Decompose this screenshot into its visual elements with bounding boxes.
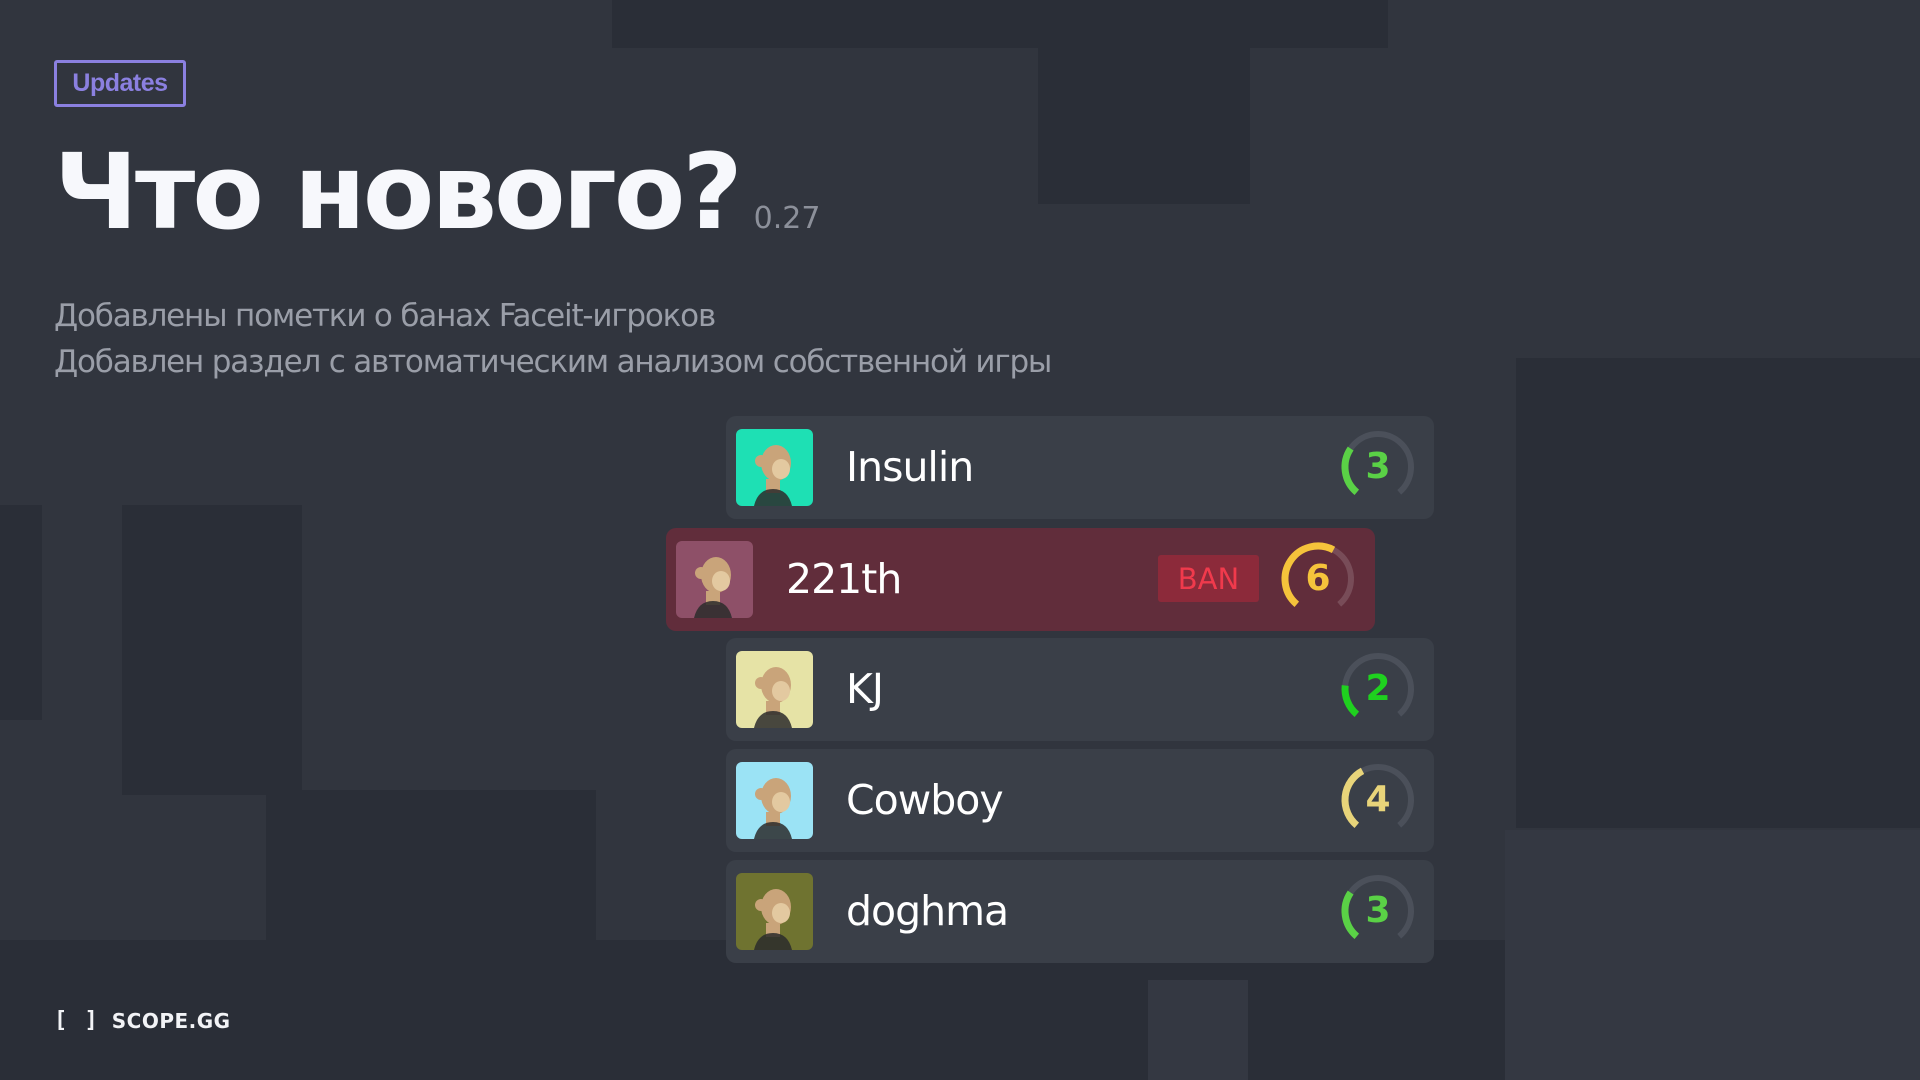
background-shape	[1148, 980, 1248, 1080]
level-value: 6	[1305, 558, 1331, 599]
changelog-list: Добавлены пометки о банах Faceit-игроков…	[54, 293, 1052, 385]
level-gauge: 4	[1338, 760, 1418, 840]
level-gauge: 6	[1278, 539, 1358, 619]
level-value: 3	[1365, 890, 1391, 931]
player-card[interactable]: Insulin 3	[726, 416, 1434, 519]
changelog-item: Добавлен раздел с автоматическим анализо…	[54, 344, 1052, 380]
ape-avatar-leopard-icon	[676, 541, 753, 618]
player-name: doghma	[846, 887, 1009, 935]
level-value: 3	[1365, 446, 1391, 487]
player-name: 221th	[786, 555, 902, 603]
page-title: Что нового?	[54, 131, 743, 253]
level-gauge: 3	[1338, 427, 1418, 507]
background-shape	[1516, 358, 1920, 828]
background-shape	[122, 505, 302, 795]
player-card[interactable]: Cowboy 4	[726, 749, 1434, 852]
player-card-banned[interactable]: 221th BAN 6	[666, 528, 1375, 631]
level-gauge: 3	[1338, 871, 1418, 951]
level-value: 4	[1365, 779, 1391, 820]
scope-gg-logo[interactable]: [ ] SCOPE.GG	[54, 1008, 231, 1033]
player-name: KJ	[846, 665, 884, 713]
level-gauge: 2	[1338, 649, 1418, 729]
logo-text: SCOPE.GG	[111, 1008, 231, 1033]
ape-avatar-red-cap-icon	[736, 429, 813, 506]
title-row: Что нового? 0.27	[54, 140, 820, 244]
background-shape	[1038, 48, 1250, 204]
changelog-item: Добавлены пометки о банах Faceit-игроков	[54, 298, 716, 334]
player-card[interactable]: KJ 2	[726, 638, 1434, 741]
background-shape	[1505, 830, 1920, 1080]
player-name: Cowboy	[846, 776, 1004, 824]
scope-logo-icon: [ ]	[54, 1008, 100, 1033]
player-card[interactable]: doghma 3	[726, 860, 1434, 963]
background-shape	[612, 0, 1388, 48]
level-value: 2	[1365, 668, 1391, 709]
ape-avatar-mohawk-icon	[736, 762, 813, 839]
version-label: 0.27	[753, 201, 821, 236]
ape-avatar-eyepatch-icon	[736, 651, 813, 728]
background-shape	[266, 790, 596, 940]
ape-avatar-headband-icon	[736, 873, 813, 950]
updates-badge: Updates	[54, 60, 186, 107]
background-shape	[0, 505, 42, 720]
player-name: Insulin	[846, 443, 974, 491]
ban-badge: BAN	[1158, 555, 1259, 602]
